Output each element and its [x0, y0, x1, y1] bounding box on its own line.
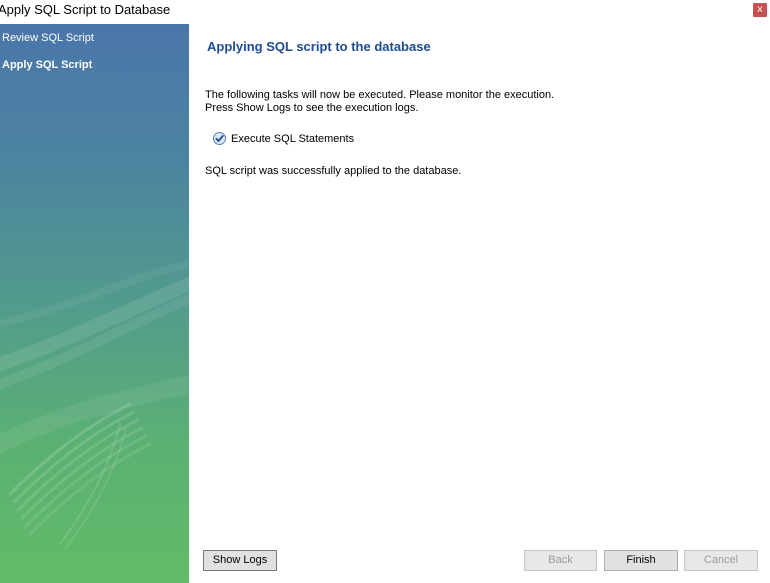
close-icon: x [757, 4, 763, 15]
title-bar: Apply SQL Script to Database x [0, 0, 770, 24]
task-execute-sql-statements: Execute SQL Statements [213, 132, 354, 145]
sidebar-item-apply-sql-script[interactable]: Apply SQL Script [2, 58, 92, 72]
description-line-1: The following tasks will now be executed… [205, 89, 555, 101]
apply-sql-dialog: Apply SQL Script to Database x Review SQ… [0, 0, 770, 583]
task-label: Execute SQL Statements [231, 132, 355, 145]
wizard-content: Applying SQL script to the database The … [189, 24, 770, 583]
finish-button[interactable]: Finish [604, 550, 678, 571]
description-line-2: Press Show Logs to see the execution log… [205, 102, 419, 114]
result-message: SQL script was successfully applied to t… [205, 165, 462, 177]
sidebar-decoration [0, 260, 189, 549]
window-title: Apply SQL Script to Database [0, 2, 171, 17]
back-button[interactable]: Back [524, 550, 597, 571]
description: The following tasks will now be executed… [205, 89, 554, 115]
show-logs-button[interactable]: Show Logs [203, 550, 277, 571]
check-circle-icon [213, 132, 226, 145]
page-title: Applying SQL script to the database [207, 39, 431, 54]
wizard-sidebar: Review SQL Script Apply SQL Script [0, 24, 189, 583]
sidebar-item-review-sql-script[interactable]: Review SQL Script [2, 31, 94, 45]
close-button[interactable]: x [753, 3, 767, 17]
cancel-button[interactable]: Cancel [684, 550, 758, 571]
